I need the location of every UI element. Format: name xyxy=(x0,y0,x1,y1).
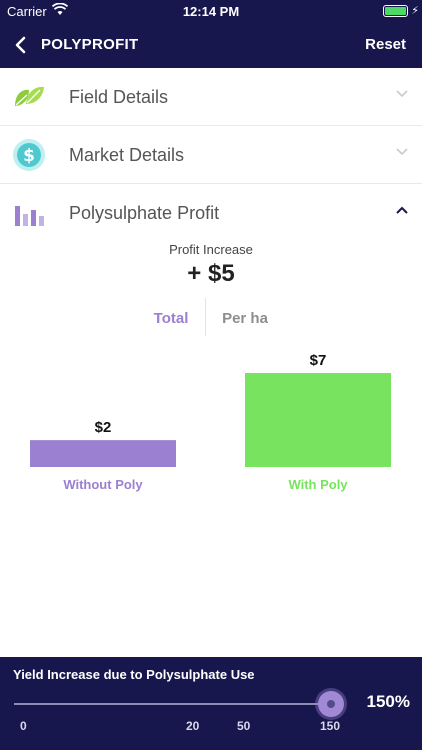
bar-data-label: $2 xyxy=(95,419,112,436)
bar-chart-icon xyxy=(15,206,44,226)
profit-bar-chart: $2 Without Poly $7 With Poly xyxy=(0,340,422,500)
nav-bar: POLYPROFIT Reset xyxy=(0,24,422,64)
profit-increase-label: Profit Increase xyxy=(169,242,253,257)
section-label: Field Details xyxy=(69,87,169,107)
clock: 12:14 PM xyxy=(182,4,240,19)
charging-icon: ⚡ xyxy=(411,5,419,17)
bar-data-label: $7 xyxy=(310,352,327,369)
battery-icon xyxy=(383,5,408,17)
dollar-coin-icon: $ xyxy=(13,139,45,171)
chevron-up-icon xyxy=(396,206,408,214)
section-label: Polysulphate Profit xyxy=(69,203,220,223)
reset-button[interactable]: Reset xyxy=(365,36,406,53)
tab-total[interactable]: Total xyxy=(138,298,204,336)
yield-slider-panel: Yield Increase due to Polysulphate Use 1… xyxy=(0,657,422,750)
slider-title: Yield Increase due to Polysulphate Use xyxy=(13,667,255,682)
chevron-down-icon xyxy=(396,148,408,156)
page-title: POLYPROFIT xyxy=(41,36,139,53)
tab-per-ha[interactable]: Per ha xyxy=(206,298,284,336)
svg-text:$: $ xyxy=(23,146,35,166)
leaf-icon xyxy=(15,86,44,106)
slider-tick: 0 xyxy=(20,719,27,733)
slider-tick: 50 xyxy=(237,719,251,733)
profit-increase-value: + $5 xyxy=(187,260,235,287)
profit-summary: Profit Increase + $5 xyxy=(0,242,422,287)
chevron-left-icon[interactable] xyxy=(14,36,28,54)
bar-category-label: With Poly xyxy=(288,477,348,492)
slider-tick: 20 xyxy=(186,719,200,733)
bar-without-poly xyxy=(30,440,176,467)
chevron-down-icon xyxy=(396,90,408,98)
slider-track[interactable] xyxy=(14,703,332,705)
slider-value: 150% xyxy=(366,692,410,711)
section-market-details[interactable]: $ Market Details xyxy=(0,126,422,184)
status-bar: Carrier 12:14 PM ⚡ xyxy=(0,0,422,22)
bar-with-poly xyxy=(245,373,391,467)
slider-thumb[interactable] xyxy=(318,691,344,717)
slider-tick: 150 xyxy=(320,719,341,733)
section-field-details[interactable]: Field Details xyxy=(0,68,422,126)
section-label: Market Details xyxy=(69,145,185,165)
bar-category-label: Without Poly xyxy=(63,477,143,492)
bar-chart-svg: $2 Without Poly $7 With Poly xyxy=(30,352,391,492)
section-polysulphate-profit[interactable]: Polysulphate Profit xyxy=(0,184,422,242)
top-bar: Carrier 12:14 PM ⚡ POLYPROFIT Reset xyxy=(0,0,422,68)
